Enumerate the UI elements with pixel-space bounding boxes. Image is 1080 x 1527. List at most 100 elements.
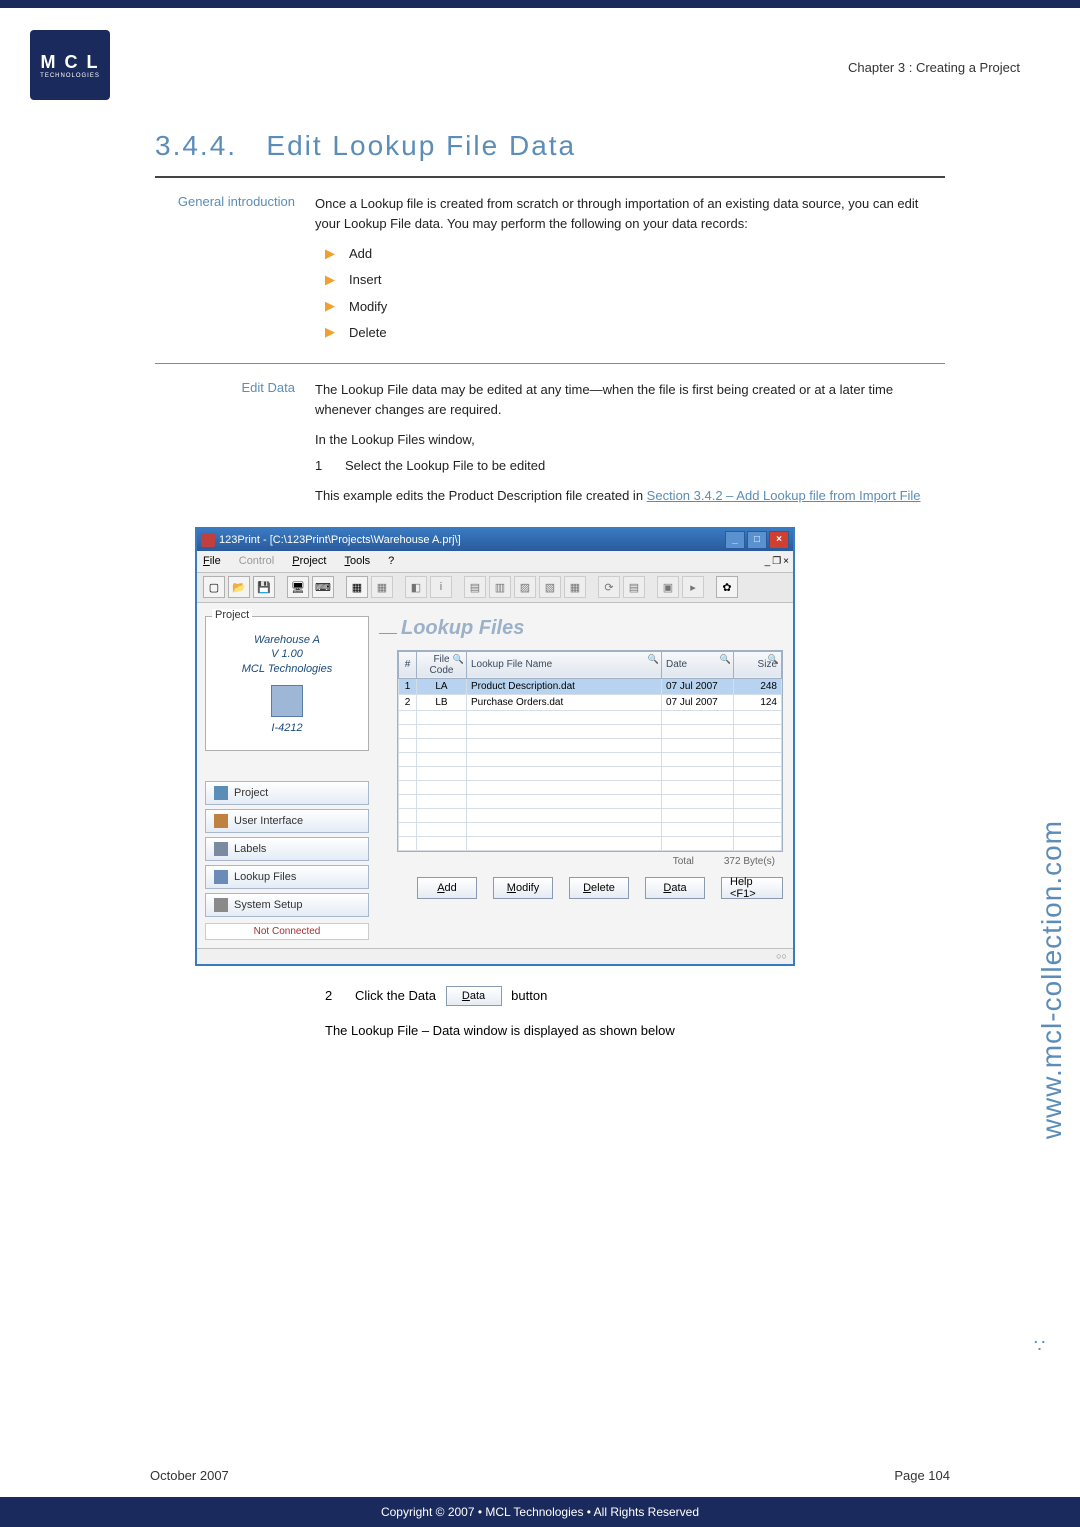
bullet-icon (325, 328, 335, 338)
labels-icon (214, 842, 228, 856)
cell-num: 1 (399, 678, 417, 694)
status-indicator: ○○ (776, 951, 787, 961)
section-divider (155, 363, 945, 364)
followup-text: The Lookup File – Data window is display… (325, 1021, 945, 1042)
col-size[interactable]: Size🔍 (734, 651, 782, 678)
sub-close-icon[interactable]: × (783, 556, 789, 567)
toolbar-icon: ▥ (489, 576, 511, 598)
device-icon[interactable]: 🖥 (287, 576, 309, 598)
app-screenshot: 123Print - [C:\123Print\Projects\Warehou… (195, 527, 795, 966)
search-icon[interactable]: 🔍 (453, 654, 464, 665)
sub-minimize-icon[interactable]: _ (765, 556, 771, 567)
modify-button[interactable]: Modify (493, 877, 553, 899)
col-date[interactable]: Date🔍 (662, 651, 734, 678)
project-company: MCL Technologies (212, 662, 362, 677)
new-icon[interactable]: ▢ (203, 576, 225, 598)
connection-status: Not Connected (205, 923, 369, 940)
toolbar-icon: ▦ (564, 576, 586, 598)
settings-icon[interactable]: ✿ (716, 576, 738, 598)
total-label: Total (673, 856, 694, 867)
lookup-files-table: # File Code🔍 Lookup File Name🔍 Date🔍 Siz… (397, 650, 783, 852)
nav-label: Labels (234, 843, 266, 855)
menu-control: Control (239, 555, 274, 567)
sub-restore-icon[interactable]: ❐ (772, 556, 781, 567)
system-icon (214, 898, 228, 912)
step-num-2: 2 (325, 986, 343, 1007)
col-filename[interactable]: Lookup File Name🔍 (467, 651, 662, 678)
keyboard-icon[interactable]: ⌨ (312, 576, 334, 598)
help-button[interactable]: Help <F1> (721, 877, 783, 899)
logo-sub: TECHNOLOGIES (40, 73, 100, 79)
menu-help[interactable]: ? (388, 555, 394, 567)
bullet-insert: Insert (349, 270, 382, 290)
table-row-empty (399, 836, 782, 850)
general-intro-label: General introduction (155, 194, 315, 349)
table-row-empty (399, 738, 782, 752)
sidebar-item-project[interactable]: Project (205, 781, 369, 805)
cell-date: 07 Jul 2007 (662, 694, 734, 710)
sidebar-item-system-setup[interactable]: System Setup (205, 893, 369, 917)
col-filecode[interactable]: File Code🔍 (417, 651, 467, 678)
status-bar: ○○ (197, 948, 793, 964)
brand-logo: M C L TECHNOLOGIES (30, 30, 120, 120)
edit-data-body1: The Lookup File data may be edited at an… (315, 380, 945, 420)
toolbar-icon: ▤ (464, 576, 486, 598)
table-total-row: Total 372 Byte(s) (377, 852, 783, 869)
table-row[interactable]: 1 LA Product Description.dat 07 Jul 2007… (399, 678, 782, 694)
table-row-empty (399, 808, 782, 822)
general-intro-body: Once a Lookup file is created from scrat… (315, 194, 945, 234)
lookup-icon (214, 870, 228, 884)
table-row[interactable]: 2 LB Purchase Orders.dat 07 Jul 2007 124 (399, 694, 782, 710)
transfer-icon[interactable]: ▦ (346, 576, 368, 598)
cell-size: 124 (734, 694, 782, 710)
toolbar-icon: i (430, 576, 452, 598)
maximize-button[interactable]: □ (747, 531, 767, 549)
delete-button[interactable]: Delete (569, 877, 629, 899)
table-row-empty (399, 794, 782, 808)
bullet-icon (325, 275, 335, 285)
menu-file[interactable]: File (203, 555, 221, 567)
table-row-empty (399, 710, 782, 724)
intro-bullet-list: Add Insert Modify Delete (315, 244, 945, 343)
app-icon (201, 533, 215, 547)
step-num-1: 1 (315, 456, 333, 476)
panel-title: Lookup Files (401, 617, 783, 640)
open-icon[interactable]: 📂 (228, 576, 250, 598)
search-icon[interactable]: 🔍 (720, 654, 731, 665)
toolbar-icon: ◧ (405, 576, 427, 598)
cell-size: 248 (734, 678, 782, 694)
nav-label: System Setup (234, 899, 302, 911)
footer-page: Page 104 (894, 1468, 950, 1483)
section-number: 3.4.4. (155, 130, 237, 161)
total-value: 372 Byte(s) (724, 856, 775, 867)
chapter-header: Chapter 3 : Creating a Project (848, 60, 1020, 75)
minimize-button[interactable]: _ (725, 531, 745, 549)
toolbar-icon: ⟳ (598, 576, 620, 598)
side-url: www.mcl-collection.com (1036, 820, 1068, 1139)
menu-tools[interactable]: Tools (344, 555, 370, 567)
close-button[interactable]: × (769, 531, 789, 549)
edit-data-line2: In the Lookup Files window, (315, 430, 945, 450)
bullet-modify: Modify (349, 297, 387, 317)
sidebar-item-labels[interactable]: Labels (205, 837, 369, 861)
nav-label: Project (234, 787, 268, 799)
section-link[interactable]: Section 3.4.2 – Add Lookup file from Imp… (647, 488, 921, 503)
cell-code: LB (417, 694, 467, 710)
bullet-add: Add (349, 244, 372, 264)
table-row-empty (399, 724, 782, 738)
device-image (271, 685, 303, 717)
section-title-text: Edit Lookup File Data (266, 130, 576, 161)
toolbar-icon: ▧ (539, 576, 561, 598)
save-icon[interactable]: 💾 (253, 576, 275, 598)
search-icon[interactable]: 🔍 (768, 654, 779, 665)
data-button[interactable]: Data (645, 877, 705, 899)
data-button-inline[interactable]: Data (446, 986, 502, 1006)
sidebar-item-ui[interactable]: User Interface (205, 809, 369, 833)
menu-project[interactable]: Project (292, 555, 326, 567)
project-model: I-4212 (212, 721, 362, 736)
bullet-icon (325, 249, 335, 259)
search-icon[interactable]: 🔍 (648, 654, 659, 665)
add-button[interactable]: Add (417, 877, 477, 899)
sidebar-item-lookup-files[interactable]: Lookup Files (205, 865, 369, 889)
col-num[interactable]: # (399, 651, 417, 678)
